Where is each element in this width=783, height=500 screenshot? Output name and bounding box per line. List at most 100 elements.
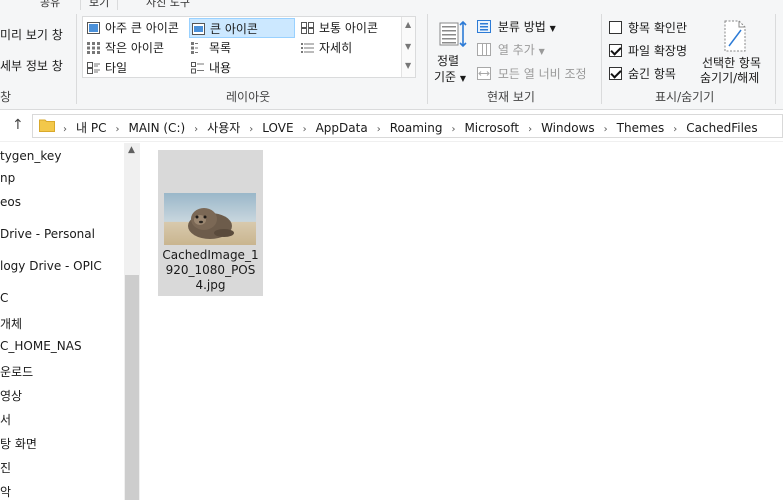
add-columns-icon (477, 43, 491, 56)
hidden-items-toggle[interactable]: 숨긴 항목 (609, 65, 676, 82)
small-icons-icon (87, 42, 100, 54)
file-item[interactable]: CachedImage_1920_1080_POS4.jpg (158, 150, 263, 296)
list-icon (191, 42, 198, 54)
layout-gallery: 아주 큰 아이콘 큰 아이콘 보통 아이콘 작은 아이콘 목록 자세히 타일 내… (82, 16, 416, 78)
breadcrumb-item[interactable]: LOVE (262, 121, 293, 135)
breadcrumb-item[interactable]: Roaming (390, 121, 443, 135)
breadcrumb-separator-icon[interactable]: › (528, 124, 532, 135)
layout-extra-large-icons[interactable]: 아주 큰 아이콘 (85, 18, 179, 38)
breadcrumb-separator-icon[interactable]: › (194, 124, 198, 135)
dropdown-arrow-icon: ▼ (538, 47, 545, 56)
nav-item[interactable]: 탕 화면 (0, 435, 37, 452)
layout-gallery-scroll[interactable]: ▲ ▼ ▼ (401, 17, 415, 77)
nav-item[interactable]: 악 (0, 483, 11, 500)
hidden-items-checkbox[interactable] (609, 67, 622, 80)
size-all-columns-button[interactable]: 모든 열 너비 조정 (477, 65, 587, 82)
breadcrumb-item[interactable]: 사용자 (207, 119, 240, 136)
item-check-boxes-checkbox[interactable] (609, 21, 622, 34)
content-icon (191, 62, 204, 74)
breadcrumb: › 내 PC › MAIN (C:) › 사용자 › LOVE › AppData › Roaming… (63, 119, 758, 136)
large-icons-icon (192, 23, 205, 35)
breadcrumb-item[interactable]: MAIN (C:) (128, 121, 185, 135)
nav-item[interactable]: 운로드 (0, 363, 33, 380)
file-name-extensions-toggle[interactable]: 파일 확장명 (609, 42, 687, 59)
dropdown-arrow-icon: ▼ (549, 24, 556, 33)
group-separator (775, 14, 776, 104)
sort-icon (439, 20, 467, 48)
nav-item[interactable]: 서 (0, 411, 11, 428)
nav-item[interactable]: C_HOME_NAS (0, 339, 82, 353)
navigation-pane: tygen_keynp eos Drive - Personal logy Drive… (0, 143, 140, 500)
breadcrumb-separator-icon[interactable]: › (115, 124, 119, 135)
chevron-down-icon[interactable]: ▼ (405, 42, 411, 51)
nav-item[interactable]: 개체 (0, 315, 22, 332)
add-columns-button[interactable]: 열 추가 ▼ (477, 41, 545, 58)
breadcrumb-separator-icon[interactable]: › (451, 124, 455, 135)
tiles-icon (87, 62, 100, 74)
extra-large-icons-icon (87, 22, 100, 34)
hide-selected-items-button[interactable]: 선택한 항목 숨기기/해제 (698, 18, 778, 85)
preview-pane-button[interactable]: 미리 보기 창 (0, 26, 63, 43)
item-check-boxes-toggle[interactable]: 항목 확인란 (609, 19, 687, 36)
show-hide-group-label: 표시/숨기기 (655, 90, 715, 104)
details-pane-button[interactable]: 세부 정보 창 (0, 57, 63, 74)
nav-item[interactable]: logy Drive - OPIC (0, 259, 102, 273)
folder-icon (39, 119, 55, 132)
breadcrumb-separator-icon[interactable]: › (377, 124, 381, 135)
file-name-extensions-checkbox[interactable] (609, 44, 622, 57)
current-view-group-label: 현재 보기 (487, 90, 535, 104)
file-name: CachedImage_1920_1080_POS4.jpg (162, 248, 259, 292)
panes-group-label: 창 (0, 90, 12, 104)
nav-item[interactable]: Drive - Personal (0, 227, 95, 241)
breadcrumb-item[interactable]: Microsoft (464, 121, 519, 135)
group-separator (76, 14, 77, 104)
details-icon (301, 43, 314, 53)
gallery-more-icon[interactable]: ▼ (405, 61, 411, 70)
seal-photo-thumbnail (164, 193, 256, 245)
tab-picture-tools[interactable]: 사진 도구 (146, 0, 190, 10)
breadcrumb-item[interactable]: 내 PC (76, 119, 106, 136)
breadcrumb-item[interactable]: Themes (617, 121, 665, 135)
nav-item[interactable]: 영상 (0, 387, 22, 404)
file-list-area[interactable]: CachedImage_1920_1080_POS4.jpg (140, 143, 783, 500)
nav-item[interactable]: tygen_key (0, 149, 61, 163)
medium-icons-icon (301, 22, 314, 34)
ribbon-tab-strip: 공유 보기 사진 도구 (0, 0, 783, 10)
nav-item[interactable]: 진 (0, 459, 11, 476)
group-by-icon (477, 20, 491, 33)
breadcrumb-separator-icon[interactable]: › (249, 124, 253, 135)
layout-small-icons[interactable]: 작은 아이콘 (85, 38, 164, 58)
up-arrow-icon[interactable]: ↑ (12, 117, 24, 133)
breadcrumb-separator-icon[interactable]: › (604, 124, 608, 135)
hide-selected-icon (724, 20, 746, 52)
tab-share[interactable]: 공유 (40, 0, 60, 10)
layout-content[interactable]: 내용 (189, 58, 231, 78)
size-columns-icon (477, 67, 491, 80)
layout-tiles[interactable]: 타일 (85, 58, 127, 78)
nav-item[interactable]: eos (0, 195, 21, 209)
layout-list[interactable]: 목록 (189, 38, 231, 58)
navigation-scroll-thumb[interactable] (125, 275, 139, 500)
layout-details[interactable]: 자세히 (299, 38, 352, 58)
navigation-scrollbar[interactable]: ▲ (124, 143, 140, 500)
chevron-up-icon[interactable]: ▲ (128, 145, 135, 155)
group-by-button[interactable]: 분류 방법 ▼ (477, 18, 556, 35)
layout-medium-icons[interactable]: 보통 아이콘 (299, 18, 378, 38)
breadcrumb-separator-icon[interactable]: › (63, 124, 67, 135)
nav-item[interactable]: np (0, 171, 15, 185)
breadcrumb-separator-icon[interactable]: › (303, 124, 307, 135)
group-separator (601, 14, 602, 104)
address-bar[interactable]: › 내 PC › MAIN (C:) › 사용자 › LOVE › AppData › Roaming… (32, 114, 783, 138)
tab-view[interactable]: 보기 (80, 0, 119, 10)
sort-by-button[interactable]: 정렬 기준 ▼ (434, 18, 472, 84)
chevron-up-icon[interactable]: ▲ (405, 20, 411, 29)
nav-item[interactable]: C (0, 291, 8, 305)
ribbon: 공유 보기 사진 도구 미리 보기 창 세부 정보 창 창 아주 큰 아이콘 큰… (0, 0, 783, 110)
dropdown-arrow-icon: ▼ (459, 74, 467, 83)
group-separator (427, 14, 428, 104)
breadcrumb-item[interactable]: Windows (541, 121, 595, 135)
breadcrumb-separator-icon[interactable]: › (673, 124, 677, 135)
layout-large-icons[interactable]: 큰 아이콘 (189, 18, 295, 38)
breadcrumb-item[interactable]: CachedFiles (686, 121, 757, 135)
breadcrumb-item[interactable]: AppData (316, 121, 368, 135)
